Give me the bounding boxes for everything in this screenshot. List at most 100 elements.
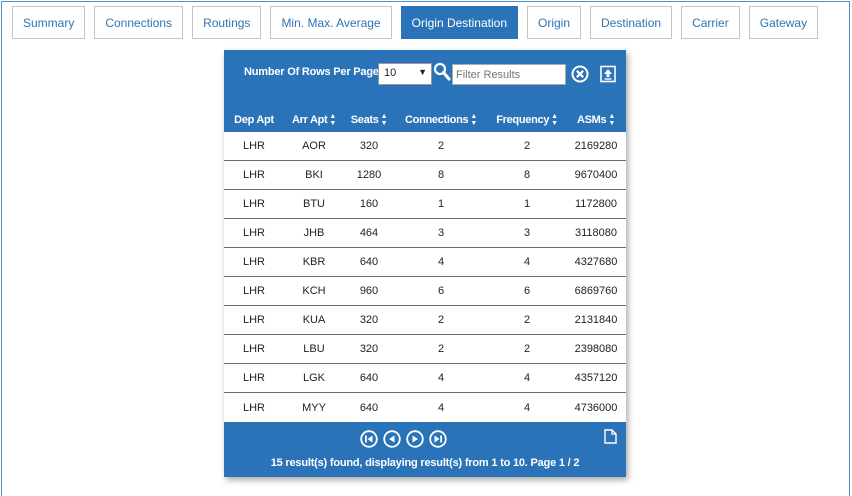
cell-seats: 1280 bbox=[356, 169, 382, 181]
result-summary-text: 15 result(s) found, displaying result(s)… bbox=[270, 457, 580, 469]
document-icon[interactable] bbox=[604, 429, 617, 444]
cell-seats: 640 bbox=[359, 401, 379, 414]
cell-connections: 2 bbox=[437, 343, 445, 355]
export-icon[interactable] bbox=[599, 65, 617, 83]
cell-seats: 960 bbox=[359, 285, 379, 297]
table-row: LHR LGK 640 4 4 4357120 bbox=[224, 364, 626, 393]
cell-arr-apt: AOR bbox=[302, 140, 326, 152]
cell-arr-apt: BKI bbox=[305, 169, 323, 181]
cell-dep-apt: LHR bbox=[242, 169, 265, 181]
table-row: LHR KCH 960 6 6 6869760 bbox=[224, 277, 626, 306]
cell-frequency: 2 bbox=[523, 343, 531, 355]
table-row: LHR AOR 320 2 2 2169280 bbox=[224, 132, 626, 161]
cell-connections: 1 bbox=[437, 198, 445, 210]
cell-arr-apt: KCH bbox=[302, 285, 326, 297]
tab-origin-destination[interactable]: Origin Destination bbox=[400, 6, 518, 39]
cell-frequency: 4 bbox=[523, 401, 531, 414]
cell-seats: 320 bbox=[359, 314, 379, 326]
cell-frequency: 2 bbox=[523, 140, 531, 152]
cell-asms: 4736000 bbox=[574, 401, 618, 414]
cell-asms: 4327680 bbox=[574, 256, 618, 268]
sort-icon: ▲ ▼ bbox=[470, 113, 477, 127]
panel-header: Number Of Rows Per Page 10 ▼ Dep Apt Arr… bbox=[224, 50, 626, 132]
cell-connections: 3 bbox=[437, 227, 445, 239]
cell-asms: 9670400 bbox=[574, 169, 618, 181]
cell-arr-apt: MYY bbox=[302, 401, 326, 414]
table-row: LHR MYY 640 4 4 4736000 bbox=[224, 393, 626, 422]
cell-asms: 2398080 bbox=[574, 343, 618, 355]
cell-connections: 6 bbox=[437, 285, 445, 297]
sort-icon: ▲ ▼ bbox=[329, 113, 337, 127]
sort-icon: ▲ ▼ bbox=[380, 113, 388, 127]
search-icon[interactable] bbox=[433, 62, 451, 82]
table-row: LHR BTU 160 1 1 1172800 bbox=[224, 190, 626, 219]
cell-frequency: 6 bbox=[523, 285, 531, 297]
column-header-asms[interactable]: ASMs ▲ ▼ bbox=[566, 108, 626, 132]
cell-arr-apt: LBU bbox=[303, 343, 325, 355]
tab-carrier[interactable]: Carrier bbox=[681, 6, 740, 39]
cell-arr-apt: BTU bbox=[303, 198, 325, 210]
rows-per-page-label: Number Of Rows Per Page bbox=[244, 66, 379, 78]
cell-seats: 320 bbox=[359, 140, 379, 152]
filter-input[interactable] bbox=[452, 64, 566, 85]
panel-footer: 15 result(s) found, displaying result(s)… bbox=[224, 422, 626, 477]
cell-seats: 640 bbox=[359, 372, 379, 384]
next-page-icon[interactable] bbox=[406, 430, 424, 448]
column-header-connections[interactable]: Connections ▲ ▼ bbox=[394, 108, 488, 132]
cell-asms: 2169280 bbox=[574, 140, 618, 152]
tab-destination[interactable]: Destination bbox=[590, 6, 673, 39]
tab-gateway[interactable]: Gateway bbox=[748, 6, 819, 39]
table-row: LHR BKI 1280 8 8 9670400 bbox=[224, 161, 626, 190]
cell-connections: 8 bbox=[437, 169, 445, 181]
cell-connections: 4 bbox=[437, 401, 445, 414]
cell-dep-apt: LHR bbox=[242, 256, 265, 268]
cell-frequency: 2 bbox=[523, 314, 531, 326]
cell-seats: 320 bbox=[359, 343, 379, 355]
cell-dep-apt: LHR bbox=[242, 372, 265, 384]
cell-seats: 640 bbox=[359, 256, 379, 268]
sort-icon: ▲ ▼ bbox=[608, 113, 615, 127]
cell-connections: 4 bbox=[437, 372, 445, 384]
first-page-icon[interactable] bbox=[360, 430, 378, 448]
cell-frequency: 4 bbox=[523, 256, 531, 268]
cell-dep-apt: LHR bbox=[242, 227, 265, 239]
cell-seats: 464 bbox=[359, 227, 379, 239]
tab-origin[interactable]: Origin bbox=[527, 6, 582, 39]
sort-icon: ▲ ▼ bbox=[551, 113, 558, 127]
cell-frequency: 8 bbox=[523, 169, 531, 181]
tab-min-max-average[interactable]: Min. Max. Average bbox=[270, 6, 392, 39]
cell-frequency: 1 bbox=[523, 198, 531, 210]
pagination-controls bbox=[360, 430, 452, 448]
cell-connections: 2 bbox=[437, 140, 445, 152]
cell-connections: 2 bbox=[437, 314, 445, 326]
cell-dep-apt: LHR bbox=[242, 198, 265, 210]
cell-frequency: 3 bbox=[523, 227, 531, 239]
column-header-frequency[interactable]: Frequency ▲ ▼ bbox=[488, 108, 566, 132]
clear-filter-icon[interactable] bbox=[571, 65, 589, 83]
table-header-row: Dep Apt Arr Apt ▲ ▼ Seats ▲ ▼ Connections ▲ ▼ … bbox=[224, 108, 626, 132]
tab-connections[interactable]: Connections bbox=[94, 6, 184, 39]
cell-asms: 2131840 bbox=[574, 314, 618, 326]
cell-asms: 4357120 bbox=[574, 372, 618, 384]
column-header-seats[interactable]: Seats ▲ ▼ bbox=[344, 108, 394, 132]
table-body: LHR AOR 320 2 2 2169280 LHR BKI 1280 8 8… bbox=[224, 132, 626, 422]
table-row: LHR LBU 320 2 2 2398080 bbox=[224, 335, 626, 364]
tab-bar: Summary Connections Routings Min. Max. A… bbox=[12, 6, 827, 39]
last-page-icon[interactable] bbox=[429, 430, 447, 448]
cell-dep-apt: LHR bbox=[242, 285, 265, 297]
column-header-arr-apt[interactable]: Arr Apt ▲ ▼ bbox=[284, 108, 344, 132]
cell-arr-apt: JHB bbox=[303, 227, 325, 239]
tab-summary[interactable]: Summary bbox=[12, 6, 86, 39]
prev-page-icon[interactable] bbox=[383, 430, 401, 448]
cell-asms: 6869760 bbox=[574, 285, 618, 297]
tab-routings[interactable]: Routings bbox=[192, 6, 262, 39]
cell-dep-apt: LHR bbox=[242, 343, 265, 355]
rows-per-page-select[interactable]: 10 ▼ bbox=[378, 63, 432, 85]
cell-dep-apt: LHR bbox=[242, 314, 265, 326]
table-row: LHR JHB 464 3 3 3118080 bbox=[224, 219, 626, 248]
cell-frequency: 4 bbox=[523, 372, 531, 384]
rows-per-page-value: 10 bbox=[384, 67, 397, 79]
cell-seats: 160 bbox=[359, 198, 379, 210]
column-header-dep-apt[interactable]: Dep Apt bbox=[224, 108, 284, 132]
cell-arr-apt: KBR bbox=[302, 256, 326, 268]
